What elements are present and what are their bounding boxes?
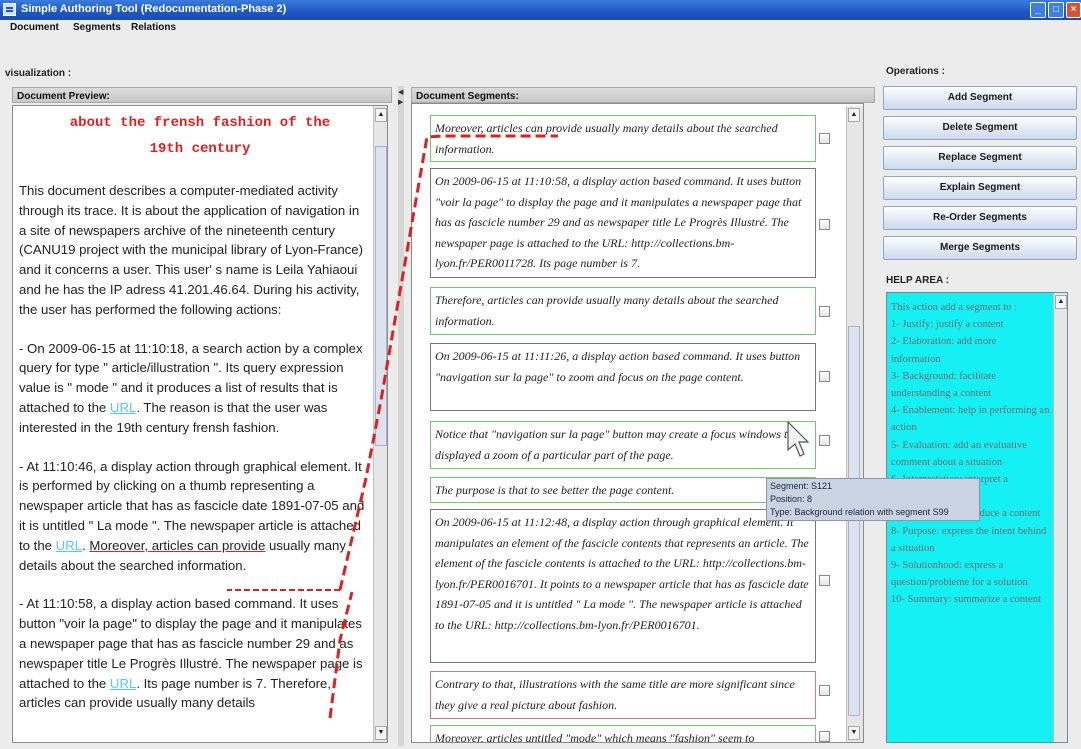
replace-segment-button[interactable]: Replace Segment (883, 146, 1077, 170)
tooltip-relation-type: Type: Background relation with segment S… (770, 507, 949, 517)
maximize-button[interactable]: □ (1048, 2, 1064, 18)
add-segment-button[interactable]: Add Segment (883, 86, 1077, 110)
help-line: 2- Elaboration: add more (891, 336, 997, 348)
preview-title-line1: about the frensh fashion of the (69, 115, 331, 131)
help-line: action (891, 422, 917, 434)
help-line: understanding a content (891, 388, 992, 400)
document-preview-pane: about the frensh fashion of the 19th cen… (12, 105, 388, 743)
splitter-right-arrow-icon[interactable]: ▶ (398, 98, 403, 106)
scroll-down-arrow-icon[interactable]: ▼ (848, 726, 860, 740)
preview-scrollbar[interactable]: ▲ ▼ (373, 106, 387, 742)
document-preview-header: Document Preview: (12, 87, 392, 103)
scroll-up-arrow-icon[interactable]: ▲ (848, 108, 860, 122)
menu-document[interactable]: Document (10, 22, 59, 33)
segment-checkbox[interactable] (819, 685, 830, 696)
preview-paragraph-intro: This document describes a computer-media… (19, 183, 363, 317)
segment-item[interactable]: On 2009-06-15 at 11:12:48, a display act… (430, 509, 816, 663)
tooltip-position: Position: 8 (770, 494, 813, 504)
menu-bar: Document Segments Relations (0, 20, 1081, 36)
help-line: 10- Summary: summarize a content (891, 594, 1041, 606)
mouse-pointer-icon (787, 420, 810, 457)
preview-paragraph-display: - At 11:10:46, a display action through … (19, 458, 365, 573)
help-line: question/probleme for a solution (891, 577, 1028, 589)
title-bar: Simple Authoring Tool (Redocumentation-P… (0, 0, 1081, 20)
preview-paragraph-command: - At 11:10:58, a display action based co… (19, 596, 363, 711)
help-scrollbar[interactable]: ▲ (1053, 293, 1067, 742)
segment-item[interactable]: Therefore, articles can provide usually … (430, 287, 816, 335)
help-text: This action add a segment to : 1- Justif… (891, 299, 1063, 609)
segment-item[interactable]: Moreover, articles can provide usually m… (430, 115, 816, 162)
splitter-left-arrow-icon[interactable]: ◀ (398, 88, 403, 96)
help-line: 3- Background: facilitate (891, 370, 996, 382)
segment-item[interactable]: The purpose is that to see better the pa… (430, 477, 816, 503)
help-line: 5- Evaluation: add an evaluative (891, 439, 1027, 451)
segment-item[interactable]: On 2009-06-15 at 11:10:58, a display act… (430, 168, 816, 278)
menu-segments[interactable]: Segments (73, 22, 121, 33)
segment-checkbox[interactable] (819, 435, 830, 446)
help-line: a situation (891, 542, 935, 554)
document-segments-header: Document Segments: (411, 87, 875, 103)
scroll-up-arrow-icon[interactable]: ▲ (375, 108, 387, 122)
preview-paragraph-search: - On 2009-06-15 at 11:10:18, a search ac… (19, 340, 363, 435)
close-button[interactable]: × (1066, 2, 1081, 18)
segment-tooltip: Segment: S121 Position: 8 Type: Backgrou… (766, 478, 980, 521)
window-title: Simple Authoring Tool (Redocumentation-P… (21, 3, 287, 15)
url-link[interactable]: URL (110, 400, 136, 415)
help-line: This action add a segment to : (891, 302, 1017, 313)
app-icon (3, 3, 16, 16)
help-line: 9- Solutionhood: express a (891, 560, 1004, 572)
delete-segment-button[interactable]: Delete Segment (883, 116, 1077, 140)
scroll-thumb[interactable] (375, 146, 387, 446)
segment-checkbox[interactable] (819, 731, 830, 742)
preview-title-line2: 19th century (149, 141, 251, 157)
panel-splitter[interactable]: ◀ ▶ (398, 86, 404, 746)
help-line: comment about a situation (891, 456, 1003, 468)
highlighted-sentence: Moreover, articles can provide (89, 537, 266, 553)
scroll-thumb[interactable] (848, 326, 860, 716)
segment-checkbox[interactable] (819, 306, 830, 317)
segment-checkbox[interactable] (819, 133, 830, 144)
url-link[interactable]: URL (56, 538, 82, 553)
segment-item[interactable]: Notice that "navigation sur la page" but… (430, 421, 816, 469)
scroll-down-arrow-icon[interactable]: ▼ (375, 726, 387, 740)
segment-item[interactable]: Moreover, articles untitled "mode" which… (430, 725, 816, 742)
merge-segments-button[interactable]: Merge Segments (883, 236, 1077, 260)
help-line: 8- Purpose: express the intent behind (891, 525, 1047, 537)
scroll-up-arrow-icon[interactable]: ▲ (1055, 295, 1067, 309)
help-line: information (891, 353, 941, 365)
minimize-button[interactable]: _ (1030, 2, 1046, 18)
segments-scrollbar[interactable]: ▲ ▼ (846, 106, 863, 742)
operations-label: Operations : (886, 66, 945, 77)
tooltip-segment-id: Segment: S121 (770, 481, 833, 491)
document-preview-text: about the frensh fashion of the 19th cen… (19, 110, 369, 732)
segment-item[interactable]: Contrary to that, illustrations with the… (430, 671, 816, 719)
segment-checkbox[interactable] (819, 219, 830, 230)
help-area-label: HELP AREA : (886, 275, 949, 286)
menu-relations[interactable]: Relations (131, 22, 176, 33)
help-line: 4- Enablement: help in performing an (891, 405, 1050, 417)
segment-item[interactable]: On 2009-06-15 at 11:11:26, a display act… (430, 343, 816, 411)
url-link[interactable]: URL (110, 676, 136, 691)
explain-segment-button[interactable]: Explain Segment (883, 176, 1077, 200)
visualization-label: visualization : (5, 68, 72, 79)
segment-checkbox[interactable] (819, 371, 830, 382)
reorder-segments-button[interactable]: Re-Order Segments (883, 206, 1077, 230)
segment-checkbox[interactable] (819, 575, 830, 586)
help-line: 1- Justify: justify a content (891, 319, 1004, 331)
